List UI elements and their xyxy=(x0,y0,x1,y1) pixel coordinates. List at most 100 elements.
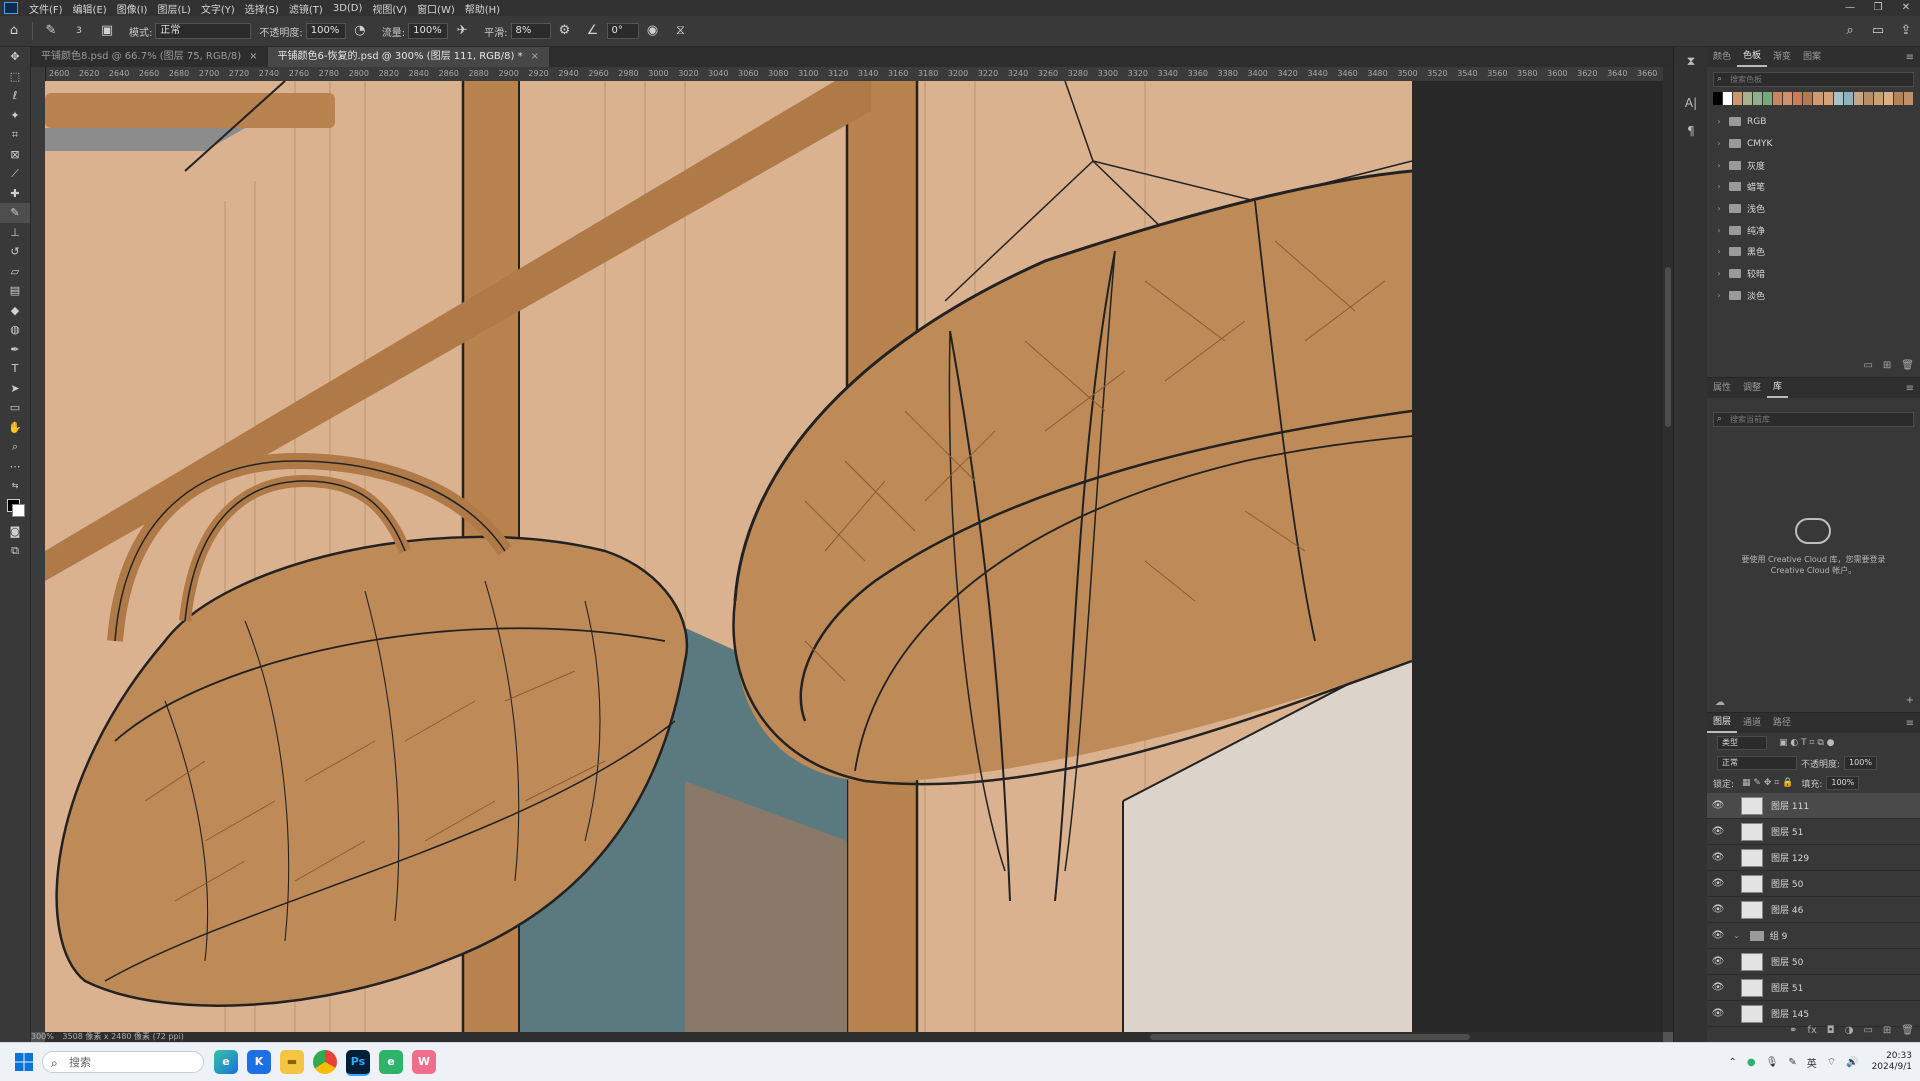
workspace-icon[interactable]: ▭ xyxy=(1869,22,1887,40)
color-swatch[interactable] xyxy=(1743,92,1753,105)
eye-icon[interactable]: 👁 xyxy=(1707,800,1729,811)
microphone-icon[interactable]: 🎙 xyxy=(1766,1057,1779,1068)
swatch-group[interactable]: › CMYK xyxy=(1707,133,1920,155)
menu-3d[interactable]: 3D(D) xyxy=(328,3,368,14)
quick-mask-icon[interactable]: ◙ xyxy=(0,522,30,542)
pressure-opacity-icon[interactable]: ◔ xyxy=(351,22,369,40)
swatch-group[interactable]: › 灰度 xyxy=(1707,154,1920,176)
character-panel-icon[interactable]: A| xyxy=(1674,89,1708,117)
eyedropper-tool-icon[interactable]: ⟋ xyxy=(0,164,30,184)
adjustment-icon[interactable]: ◑ xyxy=(1845,1025,1854,1036)
tab-libraries[interactable]: 库 xyxy=(1767,378,1789,398)
chevron-right-icon[interactable]: › xyxy=(1713,182,1725,191)
swatch-group[interactable]: › RGB xyxy=(1707,111,1920,133)
vertical-ruler[interactable] xyxy=(31,67,46,1032)
folder-icon[interactable]: ▭ xyxy=(1863,360,1872,371)
menu-view[interactable]: 视图(V) xyxy=(367,1,412,16)
swatch-group[interactable]: › 淡色 xyxy=(1707,285,1920,307)
zoom-level[interactable]: 300% xyxy=(31,1032,54,1041)
scroll-thumb[interactable] xyxy=(1665,267,1671,427)
eye-icon[interactable]: 👁 xyxy=(1707,904,1729,915)
brush-tool-icon[interactable]: ✎ xyxy=(0,203,30,223)
document-tab-active[interactable]: 平铺颜色6-恢复的.psd @ 300% (图层 111, RGB/8) * × xyxy=(267,47,549,67)
mask-icon[interactable]: ◘ xyxy=(1827,1025,1835,1036)
zoom-tool-icon[interactable]: ⌕ xyxy=(0,437,30,457)
horizontal-ruler[interactable]: 2600 2620 2640 2660 2680 2700 2720 2740 2760 2780… xyxy=(45,67,1663,82)
color-swatch[interactable] xyxy=(1723,92,1733,105)
panel-menu-icon[interactable]: ≡ xyxy=(1906,52,1914,63)
layer-row[interactable]: 👁 图层 50 xyxy=(1707,871,1920,897)
swatch-group[interactable]: › 纯净 xyxy=(1707,219,1920,241)
add-icon[interactable]: + xyxy=(1906,695,1914,706)
windows-start-icon[interactable] xyxy=(14,1052,34,1072)
color-swatch[interactable] xyxy=(1803,92,1813,105)
edge-icon[interactable]: e xyxy=(214,1050,238,1074)
mode-select[interactable]: 正常 xyxy=(155,23,252,39)
swatch-search-input[interactable]: ⌕ 搜索色板 xyxy=(1713,72,1914,87)
swatch-group[interactable]: › 较暗 xyxy=(1707,263,1920,285)
blend-mode-select[interactable]: 正常 xyxy=(1717,756,1797,770)
horizontal-scrollbar[interactable] xyxy=(45,1032,1663,1042)
chevron-up-icon[interactable]: ⌃ xyxy=(1729,1057,1737,1068)
color-swatch[interactable] xyxy=(1873,92,1883,105)
photoshop-taskbar-icon[interactable]: Ps xyxy=(346,1050,370,1076)
panel-menu-icon[interactable]: ≡ xyxy=(1906,383,1914,394)
pressure-size-icon[interactable]: ◉ xyxy=(644,22,662,40)
new-swatch-icon[interactable]: ⊞ xyxy=(1883,360,1891,371)
screen-mode-icon[interactable]: ⧉ xyxy=(0,541,30,561)
marquee-tool-icon[interactable]: ⬚ xyxy=(0,67,30,87)
type-tool-icon[interactable]: T xyxy=(0,359,30,379)
close-icon[interactable]: × xyxy=(249,51,257,62)
chevron-right-icon[interactable]: › xyxy=(1713,291,1725,300)
hand-tool-icon[interactable]: ✋ xyxy=(0,418,30,438)
chevron-right-icon[interactable]: › xyxy=(1713,269,1725,278)
healing-brush-tool-icon[interactable]: ✚ xyxy=(0,184,30,204)
brush-settings-icon[interactable]: ▣ xyxy=(98,22,116,40)
new-layer-icon[interactable]: ⊞ xyxy=(1883,1025,1891,1036)
color-swatch[interactable] xyxy=(1843,92,1853,105)
eye-icon[interactable]: 👁 xyxy=(1707,878,1729,889)
swatch-group[interactable]: › 黑色 xyxy=(1707,241,1920,263)
chevron-right-icon[interactable]: › xyxy=(1713,161,1725,170)
document-tab[interactable]: 平铺颜色8.psd @ 66.7% (图层 75, RGB/8) × xyxy=(31,47,268,67)
cloud-icon[interactable]: ☁ xyxy=(1715,697,1725,708)
menu-select[interactable]: 选择(S) xyxy=(240,1,284,16)
menu-file[interactable]: 文件(F) xyxy=(24,1,68,16)
chevron-right-icon[interactable]: › xyxy=(1713,117,1725,126)
more-tools-icon[interactable]: ⋯ xyxy=(0,457,30,477)
tab-color[interactable]: 颜色 xyxy=(1707,47,1737,67)
eye-icon[interactable]: 👁 xyxy=(1707,826,1729,837)
folder-icon[interactable]: ▭ xyxy=(1863,1025,1872,1036)
trash-icon[interactable]: 🗑 xyxy=(1901,360,1914,371)
magic-wand-tool-icon[interactable]: ✦ xyxy=(0,106,30,126)
taskbar-search-input[interactable]: ⌕ 搜索 xyxy=(42,1051,204,1073)
chevron-right-icon[interactable]: › xyxy=(1713,204,1725,213)
file-explorer-icon[interactable]: ▬ xyxy=(280,1050,304,1074)
tab-adjustments[interactable]: 调整 xyxy=(1737,378,1767,398)
restore-icon[interactable]: ❐ xyxy=(1864,0,1892,16)
color-swatch[interactable] xyxy=(1763,92,1773,105)
close-icon[interactable]: × xyxy=(531,51,539,62)
crop-tool-icon[interactable]: ⌗ xyxy=(0,125,30,145)
canvas[interactable] xyxy=(45,81,1663,1032)
chevron-right-icon[interactable]: › xyxy=(1713,226,1725,235)
chrome-icon[interactable] xyxy=(313,1050,337,1074)
brush-size-picker[interactable]: 3 xyxy=(70,22,88,40)
symmetry-icon[interactable]: ⧖ xyxy=(672,22,690,40)
lasso-tool-icon[interactable]: ℓ xyxy=(0,86,30,106)
tray-app-icon[interactable]: ● xyxy=(1747,1057,1756,1068)
layer-row[interactable]: 👁 图层 51 xyxy=(1707,819,1920,845)
frame-tool-icon[interactable]: ⊠ xyxy=(0,145,30,165)
home-icon[interactable]: ⌂ xyxy=(5,22,23,40)
minimize-icon[interactable]: — xyxy=(1836,0,1864,16)
layer-row[interactable]: 👁 图层 111 xyxy=(1707,793,1920,819)
eye-icon[interactable]: 👁 xyxy=(1707,982,1729,993)
color-swatch[interactable] xyxy=(1773,92,1783,105)
link-icon[interactable]: ⚭ xyxy=(1789,1025,1797,1036)
eraser-tool-icon[interactable]: ▱ xyxy=(0,262,30,282)
eye-icon[interactable]: 👁 xyxy=(1707,956,1729,967)
eye-icon[interactable]: 👁 xyxy=(1707,930,1729,941)
swatch-group[interactable]: › 浅色 xyxy=(1707,198,1920,220)
swatch-group[interactable]: › 蜡笔 xyxy=(1707,176,1920,198)
gradient-tool-icon[interactable]: ▤ xyxy=(0,281,30,301)
